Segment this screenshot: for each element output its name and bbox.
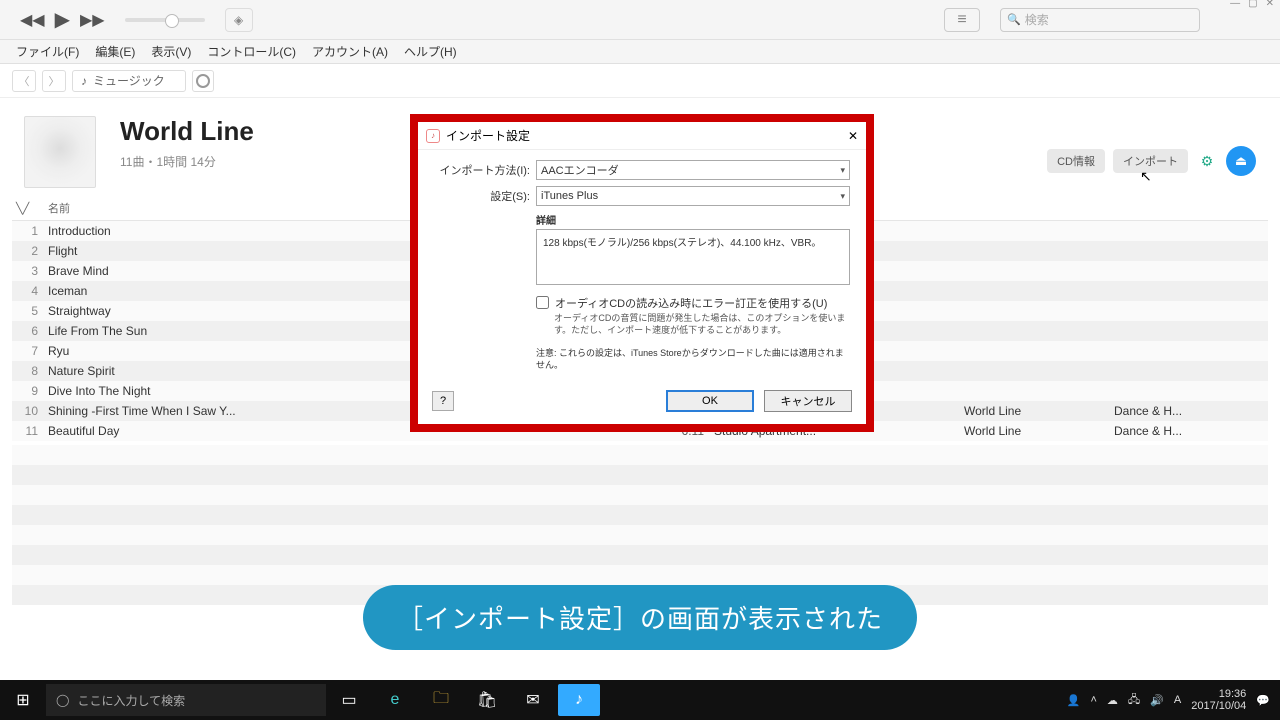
- music-note-icon: ♪: [81, 74, 87, 88]
- close-icon[interactable]: ✕: [1266, 0, 1274, 9]
- toolbar: 〈 〉 ♪ ミュージック: [0, 64, 1280, 98]
- itunes-taskbar-icon[interactable]: ♪: [558, 684, 600, 716]
- prev-icon[interactable]: ◀◀: [20, 10, 45, 30]
- details-label: 詳細: [536, 212, 850, 227]
- notifications-icon[interactable]: 💬: [1256, 694, 1270, 707]
- volume-icon[interactable]: 🔊: [1150, 694, 1164, 707]
- menu-edit[interactable]: 編集(E): [89, 41, 141, 62]
- search-input[interactable]: 🔍 検索: [1000, 8, 1200, 32]
- chevron-down-icon: ▾: [840, 191, 845, 202]
- chevron-down-icon: ▾: [840, 165, 845, 176]
- import-settings-dialog: ♪ インポート設定 ✕ インポート方法(I): AACエンコーダ ▾ 設定(S)…: [410, 114, 874, 432]
- taskbar-search[interactable]: ◯ ここに入力して検索: [46, 684, 326, 716]
- dialog-close-icon[interactable]: ✕: [848, 129, 858, 143]
- store-icon[interactable]: 🛍: [464, 680, 510, 720]
- player-bar: ◀◀ ▶ ▶▶ ◈ ≡ 🔍 検索 — ▢ ✕: [0, 0, 1280, 40]
- ok-button[interactable]: OK: [666, 390, 754, 412]
- volume-slider[interactable]: [125, 18, 205, 22]
- ime-indicator[interactable]: A: [1174, 694, 1181, 706]
- taskbar: ⊞ ◯ ここに入力して検索 ▭ e 🗀 🛍 ✉ ♪ 👤 ˄ ☁ 🖧 🔊 A 19…: [0, 680, 1280, 720]
- import-button[interactable]: インポート: [1113, 149, 1188, 173]
- library-selector[interactable]: ♪ ミュージック: [72, 70, 186, 92]
- menu-file[interactable]: ファイル(F): [10, 41, 85, 62]
- task-view-icon[interactable]: ▭: [326, 680, 372, 720]
- menu-help[interactable]: ヘルプ(H): [398, 41, 463, 62]
- maximize-icon[interactable]: ▢: [1248, 0, 1257, 9]
- search-placeholder: 検索: [1025, 11, 1049, 28]
- search-icon: 🔍: [1007, 13, 1021, 26]
- network-icon[interactable]: 🖧: [1128, 691, 1140, 710]
- nav-back-button[interactable]: 〈: [12, 70, 36, 92]
- dialog-note: 注意: これらの設定は、iTunes Storeからダウンロードした曲には適用さ…: [536, 348, 850, 371]
- setting-value: iTunes Plus: [541, 190, 598, 202]
- import-method-label: インポート方法(I):: [434, 162, 530, 178]
- error-correction-label: オーディオCDの読み込み時にエラー訂正を使用する(U): [555, 295, 827, 311]
- album-meta: 11曲・1時間 14分: [120, 153, 254, 170]
- error-correction-sub: オーディオCDの音質に問題が発生した場合は、このオプションを使います。ただし、イ…: [554, 313, 850, 336]
- cancel-button[interactable]: キャンセル: [764, 390, 852, 412]
- next-icon[interactable]: ▶▶: [80, 10, 105, 30]
- cd-info-button[interactable]: CD情報: [1047, 149, 1105, 173]
- eject-button[interactable]: ⏏: [1226, 146, 1256, 176]
- list-view-icon[interactable]: ≡: [944, 8, 980, 32]
- help-button[interactable]: ?: [432, 391, 454, 411]
- airplay-icon[interactable]: ◈: [225, 8, 253, 32]
- nav-forward-button[interactable]: 〉: [42, 70, 66, 92]
- menu-account[interactable]: アカウント(A): [306, 41, 394, 62]
- album-art: [24, 116, 96, 188]
- clock-date: 2017/10/04: [1191, 700, 1246, 712]
- setting-label: 設定(S):: [434, 188, 530, 204]
- import-method-select[interactable]: AACエンコーダ ▾: [536, 160, 850, 180]
- taskbar-search-placeholder: ここに入力して検索: [77, 692, 185, 709]
- album-title: World Line: [120, 116, 254, 147]
- cd-icon[interactable]: [192, 70, 214, 92]
- explorer-icon[interactable]: 🗀: [418, 680, 464, 720]
- minimize-icon[interactable]: —: [1230, 0, 1240, 9]
- mail-icon[interactable]: ✉: [510, 680, 556, 720]
- cortana-icon: ◯: [56, 693, 69, 707]
- menu-view[interactable]: 表示(V): [145, 41, 197, 62]
- error-correction-checkbox[interactable]: [536, 296, 549, 309]
- people-icon[interactable]: 👤: [1067, 694, 1081, 707]
- edge-icon[interactable]: e: [372, 680, 418, 720]
- tray-up-icon[interactable]: ˄: [1090, 694, 1096, 706]
- import-method-value: AACエンコーダ: [541, 162, 619, 178]
- taskbar-clock[interactable]: 19:36 2017/10/04: [1191, 688, 1246, 712]
- start-icon[interactable]: ⊞: [0, 680, 46, 720]
- column-sort-indicator[interactable]: ╲╱: [16, 200, 48, 216]
- itunes-icon: ♪: [426, 129, 440, 143]
- menu-control[interactable]: コントロール(C): [201, 41, 302, 62]
- setting-select[interactable]: iTunes Plus ▾: [536, 186, 850, 206]
- details-box: 128 kbps(モノラル)/256 kbps(ステレオ)、44.100 kHz…: [536, 229, 850, 285]
- gear-icon[interactable]: ⚙: [1196, 150, 1218, 172]
- library-label: ミュージック: [93, 72, 165, 89]
- onedrive-icon[interactable]: ☁: [1107, 694, 1118, 707]
- empty-rows: [12, 445, 1268, 605]
- play-icon[interactable]: ▶: [55, 7, 70, 32]
- clock-time: 19:36: [1191, 688, 1246, 700]
- dialog-title: インポート設定: [446, 127, 530, 144]
- tutorial-caption: ［インポート設定］の画面が表示された: [363, 585, 917, 650]
- menu-bar: ファイル(F) 編集(E) 表示(V) コントロール(C) アカウント(A) ヘ…: [0, 40, 1280, 64]
